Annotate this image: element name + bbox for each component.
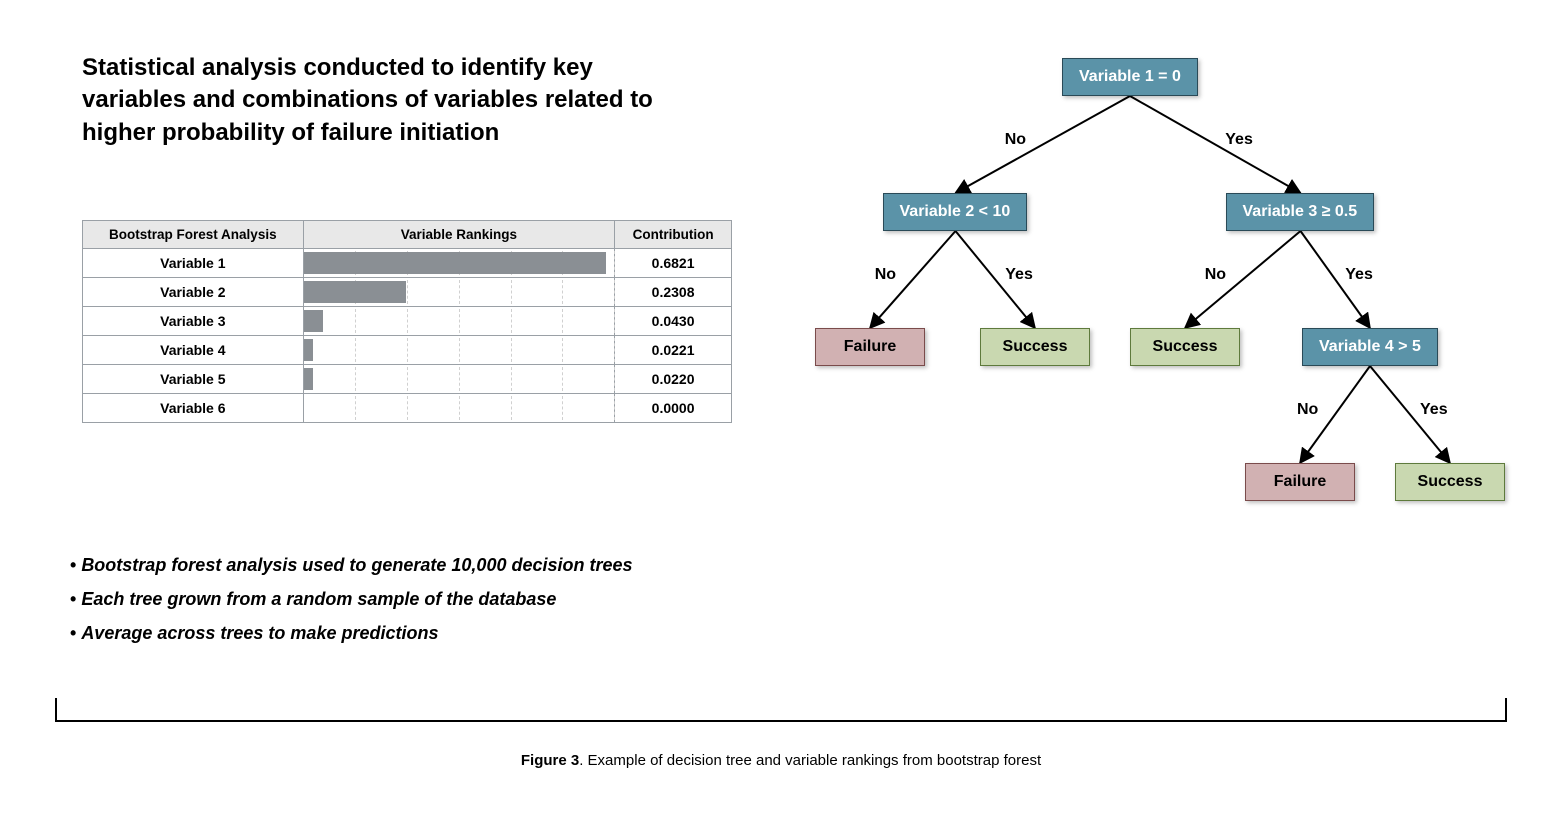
table-row: Variable 2 0.2308	[83, 278, 732, 307]
table-header-row: Bootstrap Forest Analysis Variable Ranki…	[83, 221, 732, 249]
page-title: Statistical analysis conducted to identi…	[82, 52, 662, 149]
decision-node: Variable 4 > 5	[1302, 328, 1438, 366]
note-item: Each tree grown from a random sample of …	[70, 582, 633, 616]
edge-label-no: No	[1005, 131, 1026, 149]
ranking-bar-cell	[303, 249, 615, 278]
decision-node: Variable 1 = 0	[1062, 58, 1198, 96]
variable-name: Variable 6	[83, 394, 304, 423]
caption-label: Figure 3	[521, 752, 579, 769]
success-node: Success	[1395, 463, 1505, 501]
success-node: Success	[980, 328, 1090, 366]
contribution-value: 0.0430	[615, 307, 732, 336]
variable-name: Variable 3	[83, 307, 304, 336]
contribution-value: 0.6821	[615, 249, 732, 278]
figure-caption: Figure 3. Example of decision tree and v…	[0, 752, 1562, 769]
contribution-value: 0.0000	[615, 394, 732, 423]
rankings-table-wrap: Bootstrap Forest Analysis Variable Ranki…	[82, 220, 732, 423]
edge-label-no: No	[1297, 401, 1318, 419]
table-row: Variable 4 0.0221	[83, 336, 732, 365]
ranking-bar	[304, 310, 323, 332]
notes-list: Bootstrap forest analysis used to genera…	[70, 548, 633, 651]
ranking-bar-cell	[303, 394, 615, 423]
ranking-bar	[304, 281, 406, 303]
decision-node: Variable 3 ≥ 0.5	[1226, 193, 1375, 231]
variable-name: Variable 5	[83, 365, 304, 394]
success-node: Success	[1130, 328, 1240, 366]
figure-rule	[55, 698, 1507, 722]
failure-node: Failure	[815, 328, 925, 366]
table-row: Variable 3 0.0430	[83, 307, 732, 336]
edge-label-no: No	[1205, 266, 1226, 284]
decision-tree: Variable 1 = 0 Variable 2 < 10 Variable 3 …	[780, 58, 1480, 538]
contribution-value: 0.0221	[615, 336, 732, 365]
ranking-bar-cell	[303, 278, 615, 307]
table-row: Variable 5 0.0220	[83, 365, 732, 394]
contribution-value: 0.0220	[615, 365, 732, 394]
figure-container: Statistical analysis conducted to identi…	[0, 0, 1562, 814]
ranking-bar-cell	[303, 307, 615, 336]
edge-label-yes: Yes	[1345, 266, 1373, 284]
edge-label-yes: Yes	[1005, 266, 1033, 284]
ranking-bar	[304, 339, 314, 361]
th-contribution: Contribution	[615, 221, 732, 249]
table-row: Variable 1 0.6821	[83, 249, 732, 278]
caption-text: . Example of decision tree and variable …	[579, 752, 1041, 769]
contribution-value: 0.2308	[615, 278, 732, 307]
failure-node: Failure	[1245, 463, 1355, 501]
variable-name: Variable 2	[83, 278, 304, 307]
decision-node: Variable 2 < 10	[883, 193, 1028, 231]
ranking-bar-cell	[303, 336, 615, 365]
ranking-bar-cell	[303, 365, 615, 394]
edge-label-no: No	[875, 266, 896, 284]
note-item: Average across trees to make predictions	[70, 616, 633, 650]
note-item: Bootstrap forest analysis used to genera…	[70, 548, 633, 582]
th-rankings: Variable Rankings	[303, 221, 615, 249]
rankings-table: Bootstrap Forest Analysis Variable Ranki…	[82, 220, 732, 423]
variable-name: Variable 4	[83, 336, 304, 365]
table-row: Variable 6 0.0000	[83, 394, 732, 423]
ranking-bar	[304, 368, 314, 390]
edge-label-yes: Yes	[1420, 401, 1448, 419]
ranking-bar	[304, 252, 607, 274]
edge-label-yes: Yes	[1225, 131, 1253, 149]
th-analysis: Bootstrap Forest Analysis	[83, 221, 304, 249]
tree-edges	[780, 58, 1480, 538]
variable-name: Variable 1	[83, 249, 304, 278]
